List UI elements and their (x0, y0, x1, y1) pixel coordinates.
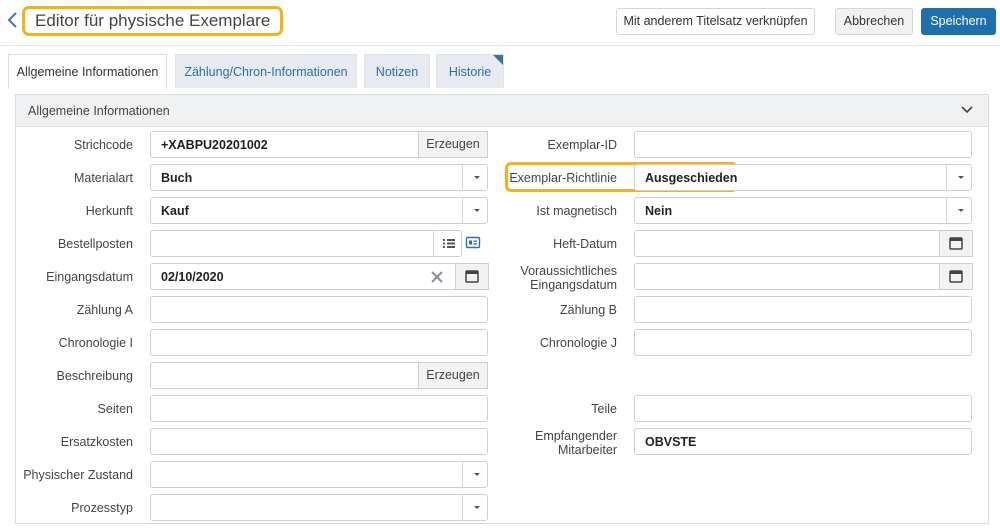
receiving-operator-label: Empfangender Mitarbeiter (500, 429, 617, 457)
clear-icon[interactable] (430, 270, 444, 284)
save-button[interactable]: Speichern (921, 8, 996, 35)
item-policy-select[interactable]: Ausgeschieden (634, 164, 972, 191)
provenance-value: Kauf (161, 204, 189, 218)
is-magnetic-value: Nein (645, 204, 673, 218)
chevron-down-icon[interactable] (462, 164, 488, 191)
chevron-down-icon[interactable] (462, 494, 488, 521)
receiving-operator-label-line1: Empfangender (534, 429, 617, 443)
pages-field[interactable] (150, 395, 488, 422)
pages-label: Seiten (97, 402, 133, 416)
barcode-field[interactable]: +XABPU20201002 Erzeugen (150, 131, 488, 158)
material-type-select[interactable]: Buch (150, 164, 488, 191)
description-field[interactable]: Erzeugen (150, 362, 488, 389)
receiving-operator-field[interactable]: OBVSTE (634, 428, 972, 455)
receiving-date-label: Eingangsdatum (46, 270, 133, 284)
replacement-cost-label: Ersatzkosten (60, 435, 133, 449)
is-magnetic-label: Ist magnetisch (536, 204, 617, 218)
calendar-icon[interactable] (939, 263, 973, 290)
corner-marker-icon (493, 55, 503, 65)
chevron-down-icon[interactable] (946, 164, 972, 191)
enumeration-a-field[interactable] (150, 296, 488, 323)
process-type-label: Prozesstyp (71, 501, 133, 515)
tab-general-info[interactable]: Allgemeine Informationen (8, 54, 167, 89)
expected-receiving-date-label-line2: Eingangsdatum (530, 278, 617, 292)
issue-date-field[interactable] (634, 230, 973, 257)
material-type-value: Buch (161, 171, 193, 185)
description-label: Beschreibung (56, 369, 133, 383)
physical-condition-label: Physischer Zustand (23, 468, 133, 482)
top-bar: Editor für physische Exemplare Mit ander… (0, 0, 1000, 46)
tab-enumeration-chronology[interactable]: Zählung/Chron-Informationen (175, 54, 357, 88)
tab-history-label: Historie (448, 65, 492, 79)
po-line-label: Bestellposten (57, 237, 133, 251)
receiving-date-value: 02/10/2020 (161, 270, 224, 284)
receiving-operator-value: OBVSTE (645, 435, 697, 449)
list-icon[interactable] (433, 230, 463, 257)
barcode-generate-button[interactable]: Erzeugen (418, 131, 488, 158)
replacement-cost-field[interactable] (150, 428, 488, 455)
enumeration-a-label: Zählung A (76, 303, 133, 317)
panel-header[interactable]: Allgemeine Informationen (16, 95, 988, 127)
expected-receiving-date-label: Voraussichtliches Eingangsdatum (500, 264, 617, 292)
enumeration-b-field[interactable] (634, 296, 972, 323)
parts-field[interactable] (634, 395, 972, 422)
calendar-icon[interactable] (939, 230, 973, 257)
tab-notes[interactable]: Notizen (364, 54, 430, 88)
description-generate-button[interactable]: Erzeugen (418, 362, 488, 389)
provenance-select[interactable]: Kauf (150, 197, 488, 224)
chevron-down-icon[interactable] (946, 197, 972, 224)
expected-receiving-date-field[interactable] (634, 263, 973, 290)
item-id-field[interactable] (634, 131, 972, 158)
barcode-value: +XABPU20201002 (161, 138, 268, 152)
tab-history[interactable]: Historie (436, 54, 504, 88)
back-icon[interactable] (6, 10, 20, 30)
receiving-operator-label-line2: Mitarbeiter (557, 443, 617, 457)
chevron-down-icon[interactable] (462, 197, 488, 224)
cancel-button[interactable]: Abbrechen (835, 8, 913, 35)
item-policy-value: Ausgeschieden (645, 171, 738, 185)
chevron-down-icon[interactable] (960, 103, 974, 117)
link-title-record-button[interactable]: Mit anderem Titelsatz verknüpfen (616, 8, 815, 35)
panel-title: Allgemeine Informationen (28, 104, 170, 118)
process-type-select[interactable] (150, 494, 488, 521)
details-card-icon[interactable] (465, 235, 481, 251)
page-title: Editor für physische Exemplare (22, 6, 284, 36)
calendar-icon[interactable] (455, 263, 489, 290)
material-type-label: Materialart (73, 171, 133, 185)
receiving-date-field[interactable]: 02/10/2020 (150, 263, 489, 290)
issue-date-label: Heft-Datum (553, 237, 617, 251)
chronology-i-field[interactable] (150, 329, 488, 356)
provenance-label: Herkunft (85, 204, 133, 218)
chronology-j-label: Chronologie J (539, 336, 617, 350)
chevron-down-icon[interactable] (462, 461, 488, 488)
enumeration-b-label: Zählung B (560, 303, 617, 317)
barcode-label: Strichcode (73, 138, 133, 152)
is-magnetic-select[interactable]: Nein (634, 197, 972, 224)
expected-receiving-date-label-line1: Voraussichtliches (520, 264, 617, 278)
item-policy-label: Exemplar-Richtlinie (509, 171, 617, 185)
po-line-field[interactable] (150, 230, 462, 257)
item-id-label: Exemplar-ID (547, 138, 617, 152)
chronology-i-label: Chronologie I (58, 336, 133, 350)
physical-condition-select[interactable] (150, 461, 488, 488)
chronology-j-field[interactable] (634, 329, 972, 356)
parts-label: Teile (591, 402, 617, 416)
